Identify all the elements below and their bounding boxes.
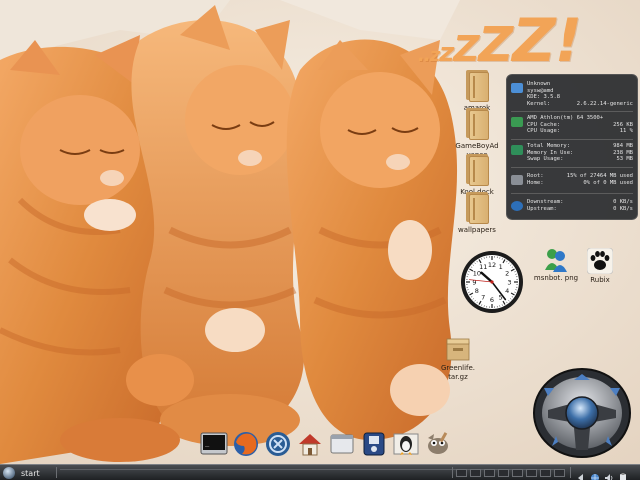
- sysmon-disk-section: Root: 15% of 27464 MB used Home: 0% of 0 M…: [511, 173, 633, 189]
- cpu-icon: [511, 117, 523, 127]
- clock-numeral: 12: [488, 261, 496, 269]
- steering-hub-icon[interactable]: [565, 396, 599, 430]
- archive-icon: [445, 336, 471, 362]
- start-label: start: [21, 468, 40, 478]
- home-icon[interactable]: [296, 430, 324, 458]
- system-monitor-widget[interactable]: Unknown sysw@amd KDE: 3.5.8 Kernel: 2.6.2…: [506, 74, 638, 220]
- paw-icon: [586, 247, 614, 275]
- sysmon-value: 0% of 0 MB used: [583, 179, 633, 186]
- desktop-icon-label: Greenlife. tar.gz: [440, 364, 476, 381]
- pager-desktop-4[interactable]: [498, 469, 509, 477]
- clock-center: [490, 280, 494, 284]
- pager-desktop-8[interactable]: [554, 469, 565, 477]
- folder-icon: [464, 190, 490, 224]
- clock-numeral: 11: [479, 263, 487, 271]
- disk-icon[interactable]: [360, 430, 388, 458]
- arrow-left-icon[interactable]: [576, 468, 586, 480]
- steering-wheel-launcher[interactable]: [530, 366, 634, 460]
- sysmon-label: Kernel:: [527, 100, 551, 107]
- sysmon-value: 2.6.22.14-generic: [576, 100, 633, 107]
- hard-disk-icon: [511, 175, 523, 185]
- clock-numeral: 3: [507, 278, 511, 286]
- memory-icon: [511, 145, 523, 155]
- clock-numeral: 1: [499, 263, 503, 271]
- folder-icon: [464, 106, 490, 140]
- volume-icon[interactable]: [604, 468, 614, 480]
- kde-icon[interactable]: [264, 430, 292, 458]
- desktop-icon-greenlife[interactable]: Greenlife. tar.gz: [433, 336, 483, 382]
- pager-desktop-3[interactable]: [484, 469, 495, 477]
- sysmon-label: Upstream:: [527, 205, 557, 212]
- taskbar-separator: [570, 467, 571, 478]
- sysmon-memory-section: Total Memory: 984 MB Memory In Use: 238 MB…: [511, 143, 633, 165]
- pager-desktop-2[interactable]: [470, 469, 481, 477]
- sysmon-system-section: Unknown sysw@amd KDE: 3.5.8 Kernel: 2.6.2…: [511, 81, 633, 109]
- sysmon-divider: [511, 167, 633, 168]
- desktop-icon-label: msnbot. png: [533, 274, 579, 282]
- clock-numeral: 8: [475, 287, 479, 295]
- firefox-icon[interactable]: [232, 430, 260, 458]
- sysmon-label: CPU Usage:: [527, 128, 561, 134]
- clock-numeral: 7: [481, 294, 485, 302]
- sysmon-network-section: Downstream: 0 KB/s Upstream: 0 KB/s: [511, 199, 633, 215]
- pager-desktop-6[interactable]: [526, 469, 537, 477]
- gimp-icon[interactable]: [424, 430, 452, 458]
- kool-dock: _: [196, 428, 464, 462]
- zzz-decoration: ..zzZZZ!: [418, 6, 582, 76]
- sysmon-cpu-section: AMD Athlon(tm) 64 3500+ CPU Cache: 256 KB…: [511, 115, 633, 137]
- taskbar-separator: [452, 467, 453, 478]
- clock-numeral: 6: [490, 296, 494, 304]
- window-icon[interactable]: [328, 430, 356, 458]
- msn-buddies-icon: [543, 246, 569, 272]
- desktop-icon-label: Rubix: [590, 276, 610, 284]
- taskbar: start: [0, 464, 640, 480]
- clock-numeral: 2: [505, 270, 509, 278]
- analog-clock-widget[interactable]: 1 2 3 4 5 6 7 8 9 10 11 12: [460, 250, 524, 314]
- pager-desktop-5[interactable]: [512, 469, 523, 477]
- folder-icon: [464, 152, 490, 186]
- clock-numeral: 9: [472, 278, 476, 286]
- globe-icon: [511, 201, 523, 211]
- sysmon-divider: [511, 111, 633, 112]
- sysmon-label: Swap Usage:: [527, 156, 564, 162]
- pager-desktop-7[interactable]: [540, 469, 551, 477]
- desktop-icon-rubix[interactable]: Rubix: [580, 247, 620, 285]
- sysmon-divider: [511, 139, 633, 140]
- terminal-icon[interactable]: _: [200, 430, 228, 458]
- computer-icon: [511, 83, 523, 93]
- steering-spoke-bottom: [574, 428, 590, 450]
- sysmon-divider: [511, 193, 633, 194]
- folder-icon: [464, 68, 490, 102]
- taskbar-separator: [56, 467, 57, 478]
- tux-icon[interactable]: [392, 430, 420, 458]
- network-icon[interactable]: [590, 468, 600, 480]
- sysmon-value: 0 KB/s: [613, 205, 633, 212]
- start-orb-icon: [3, 467, 15, 479]
- desktop-icon-label: wallpapers: [458, 226, 496, 234]
- klipper-icon[interactable]: [618, 468, 628, 480]
- clock-numeral: 4: [505, 287, 509, 295]
- pager-desktop-1[interactable]: [456, 469, 467, 477]
- desktop-icon-msnbot[interactable]: msnbot. png: [530, 246, 582, 283]
- sysmon-label: Home:: [527, 179, 544, 186]
- desktop-icon-wallpapers[interactable]: wallpapers: [446, 190, 508, 235]
- sysmon-value: 53 MB: [616, 156, 633, 162]
- start-button[interactable]: start: [0, 466, 52, 480]
- sysmon-value: 11 %: [619, 128, 633, 134]
